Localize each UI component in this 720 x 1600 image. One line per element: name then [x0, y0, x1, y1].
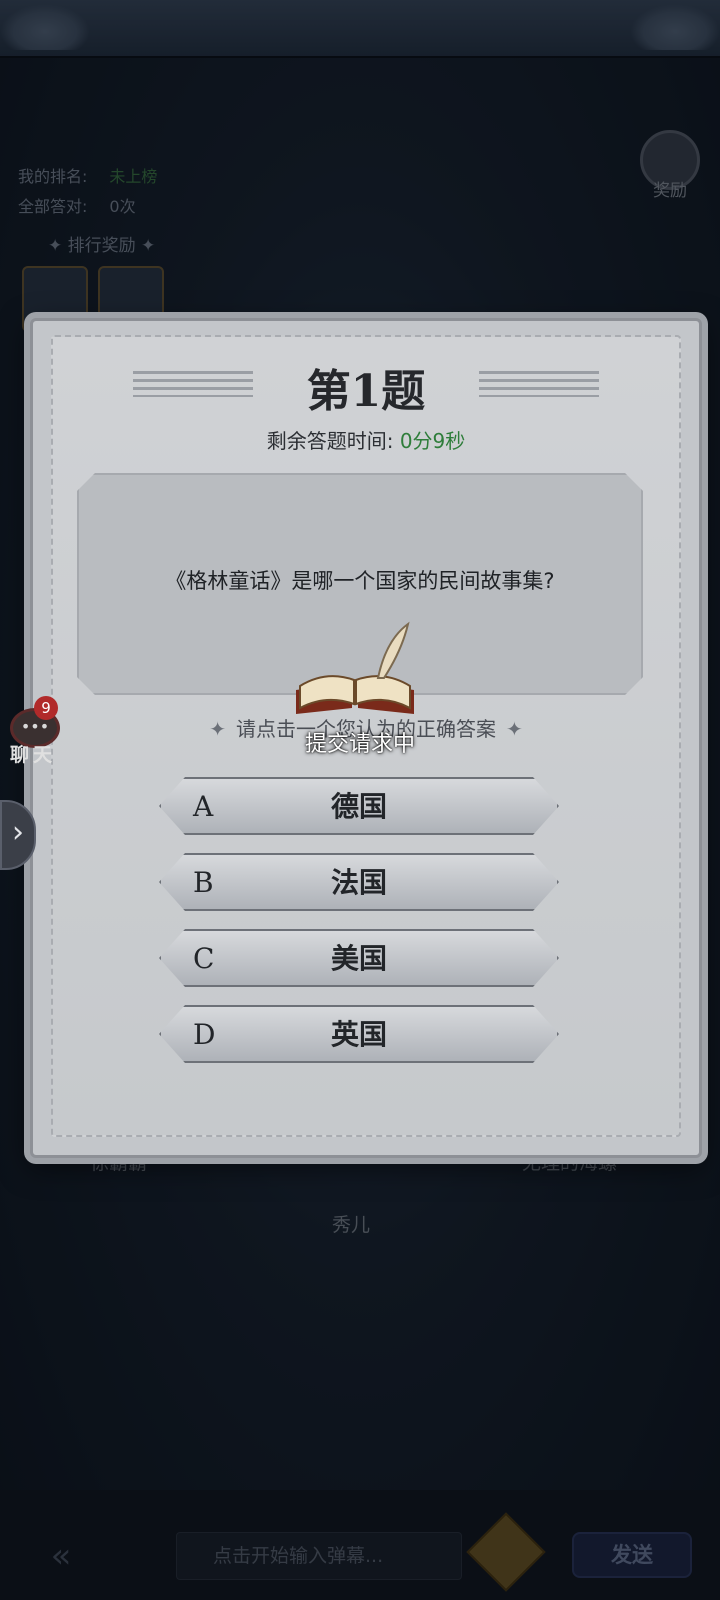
option-c-button[interactable]: C 美国: [159, 929, 559, 987]
timer: 剩余答题时间: 0分9秒: [33, 425, 699, 454]
loading-text: 提交请求中: [304, 732, 415, 757]
option-answer: 法国: [330, 866, 387, 899]
chat-unread-badge: 9: [34, 696, 58, 720]
question-text: 《格林童话》是哪一个国家的民间故事集?: [165, 569, 555, 593]
option-d-button[interactable]: D 英国: [159, 1005, 559, 1063]
option-a-button[interactable]: A 德国: [159, 777, 559, 835]
option-answer: 美国: [330, 942, 387, 975]
timer-value: 0分9秒: [399, 429, 466, 453]
option-answer: 德国: [330, 790, 387, 823]
option-answer: 英国: [330, 1018, 387, 1051]
timer-label: 剩余答题时间:: [266, 429, 394, 453]
open-book-quill-icon: [296, 621, 414, 714]
option-b-button[interactable]: B 法国: [159, 853, 559, 911]
question-number-title: 第1题: [306, 366, 426, 417]
